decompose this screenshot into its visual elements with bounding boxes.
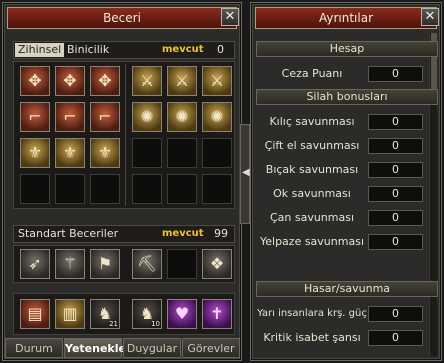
dagger-icon[interactable]: ⚜ bbox=[20, 138, 50, 168]
rune-icon[interactable]: ✺ bbox=[132, 102, 162, 132]
stat-label: Bıçak savunması bbox=[265, 163, 359, 176]
skill-level: 10 bbox=[151, 320, 160, 328]
close-button[interactable]: ✕ bbox=[221, 8, 239, 26]
mevcut-value: 0 bbox=[217, 43, 224, 56]
column-divider bbox=[125, 64, 126, 206]
empty-skill-slot[interactable] bbox=[132, 174, 162, 204]
section-silah-bonuslari: Silah bonusları bbox=[256, 89, 438, 105]
stat-label: Yelpaze savunması bbox=[259, 235, 364, 248]
stat-label: Ceza Puanı bbox=[281, 67, 343, 80]
stat-value: 0 bbox=[368, 210, 423, 226]
details-window: Ayrıntılar ✕ Hesap Ceza Puanı 0 Silah bo… bbox=[250, 2, 442, 361]
standard-mevcut-value: 99 bbox=[214, 227, 228, 240]
mevcut-label: mevcut bbox=[162, 44, 204, 55]
section-hasar-savunma: Hasar/savunma bbox=[256, 281, 438, 297]
close-button[interactable]: ✕ bbox=[421, 8, 439, 26]
empty-skill-slot[interactable] bbox=[90, 174, 120, 204]
skill-window-title[interactable]: Beceri bbox=[7, 7, 237, 29]
heart-icon[interactable]: ♥ bbox=[167, 299, 197, 329]
stat-value: 0 bbox=[368, 234, 423, 250]
stat-label: Ok savunması bbox=[273, 187, 351, 200]
tab-duygular[interactable]: Duygular bbox=[123, 338, 181, 358]
knot-icon[interactable]: ❖ bbox=[202, 249, 232, 279]
stat-value: 0 bbox=[368, 330, 423, 346]
standard-skill-grid: ➶ ⚚ ⚑ ⛏ ❖ bbox=[13, 245, 235, 283]
empty-skill-slot[interactable] bbox=[167, 174, 197, 204]
book-icon[interactable]: ▤ bbox=[20, 299, 50, 329]
skill-grid: ✥ ✥ ✥ ⚔ ⚔ ⚔ ⌐ ⌐ ⌐ ✺ ✺ ✺ ⚜ ⚜ ⚜ bbox=[13, 61, 235, 209]
standard-skills-label: Standart Beceriler bbox=[18, 227, 119, 240]
empty-skill-slot[interactable] bbox=[132, 138, 162, 168]
sword-icon[interactable]: ⚔ bbox=[202, 66, 232, 96]
flag-icon[interactable]: ⚑ bbox=[90, 249, 120, 279]
horse-icon[interactable]: ♞ 10 bbox=[132, 299, 162, 329]
skill-level: 21 bbox=[109, 320, 118, 328]
skill-group-header: Zihinsel Binicilik mevcut 0 bbox=[13, 41, 235, 59]
scrollbar[interactable] bbox=[429, 33, 437, 356]
standard-skills-header: Standart Beceriler mevcut 99 bbox=[13, 225, 235, 243]
stat-label: Yarı insanlara krş. güç bbox=[257, 308, 367, 319]
bottom-tab-bar: Durum Yetenekler Duygular Görevler bbox=[5, 338, 240, 358]
scroll-icon[interactable]: ▥ bbox=[55, 299, 85, 329]
empty-skill-slot[interactable] bbox=[202, 138, 232, 168]
tab-gorevler[interactable]: Görevler bbox=[182, 338, 240, 358]
shuriken-icon[interactable]: ✥ bbox=[55, 66, 85, 96]
tab-yetenekler[interactable]: Yetenekler bbox=[64, 338, 131, 358]
feather-icon[interactable]: ➶ bbox=[20, 249, 50, 279]
details-window-title[interactable]: Ayrıntılar bbox=[255, 7, 437, 29]
rune-icon[interactable]: ✺ bbox=[202, 102, 232, 132]
tab-binicilik[interactable]: Binicilik bbox=[64, 43, 112, 57]
stat-label: Kritik isabet şansı bbox=[263, 331, 361, 344]
dagger-icon[interactable]: ⚜ bbox=[55, 138, 85, 168]
tab-durum[interactable]: Durum bbox=[5, 338, 63, 358]
stat-value: 0 bbox=[368, 138, 423, 154]
stat-value: 0 bbox=[368, 66, 423, 82]
empty-skill-slot[interactable] bbox=[167, 138, 197, 168]
special-skill-grid: ▤ ▥ ♞ 21 ♞ 10 ♥ ✝ bbox=[13, 293, 235, 335]
horse-icon[interactable]: ♞ 21 bbox=[90, 299, 120, 329]
stat-label: Kılıç savunması bbox=[269, 115, 355, 128]
skill-window: Beceri ✕ Zihinsel Binicilik mevcut 0 ✥ ✥ ✥… bbox=[2, 2, 242, 361]
boot-icon[interactable]: ⌐ bbox=[90, 102, 120, 132]
arrow-left-icon: ◀ bbox=[242, 167, 250, 178]
standard-mevcut-label: mevcut bbox=[162, 228, 204, 239]
stat-value: 0 bbox=[368, 186, 423, 202]
cross-icon[interactable]: ✝ bbox=[202, 299, 232, 329]
section-hesap: Hesap bbox=[256, 41, 438, 57]
empty-skill-slot[interactable] bbox=[167, 249, 197, 279]
boot-icon[interactable]: ⌐ bbox=[55, 102, 85, 132]
net-icon[interactable]: ⚚ bbox=[55, 249, 85, 279]
empty-skill-slot[interactable] bbox=[202, 174, 232, 204]
shuriken-icon[interactable]: ✥ bbox=[20, 66, 50, 96]
stat-value: 0 bbox=[368, 162, 423, 178]
sword-icon[interactable]: ⚔ bbox=[167, 66, 197, 96]
boot-icon[interactable]: ⌐ bbox=[20, 102, 50, 132]
stat-label: Çan savunması bbox=[269, 211, 355, 224]
pickaxe-icon[interactable]: ⛏ bbox=[132, 249, 162, 279]
stat-value: 0 bbox=[368, 306, 423, 322]
panel-toggle-handle[interactable]: ◀ bbox=[240, 124, 250, 224]
rune-icon[interactable]: ✺ bbox=[167, 102, 197, 132]
sword-icon[interactable]: ⚔ bbox=[132, 66, 162, 96]
stat-label: Çift el savunması bbox=[264, 139, 360, 152]
stat-value: 0 bbox=[368, 114, 423, 130]
dagger-icon[interactable]: ⚜ bbox=[90, 138, 120, 168]
empty-skill-slot[interactable] bbox=[20, 174, 50, 204]
shuriken-icon[interactable]: ✥ bbox=[90, 66, 120, 96]
empty-skill-slot[interactable] bbox=[55, 174, 85, 204]
tab-zihinsel[interactable]: Zihinsel bbox=[15, 43, 65, 57]
